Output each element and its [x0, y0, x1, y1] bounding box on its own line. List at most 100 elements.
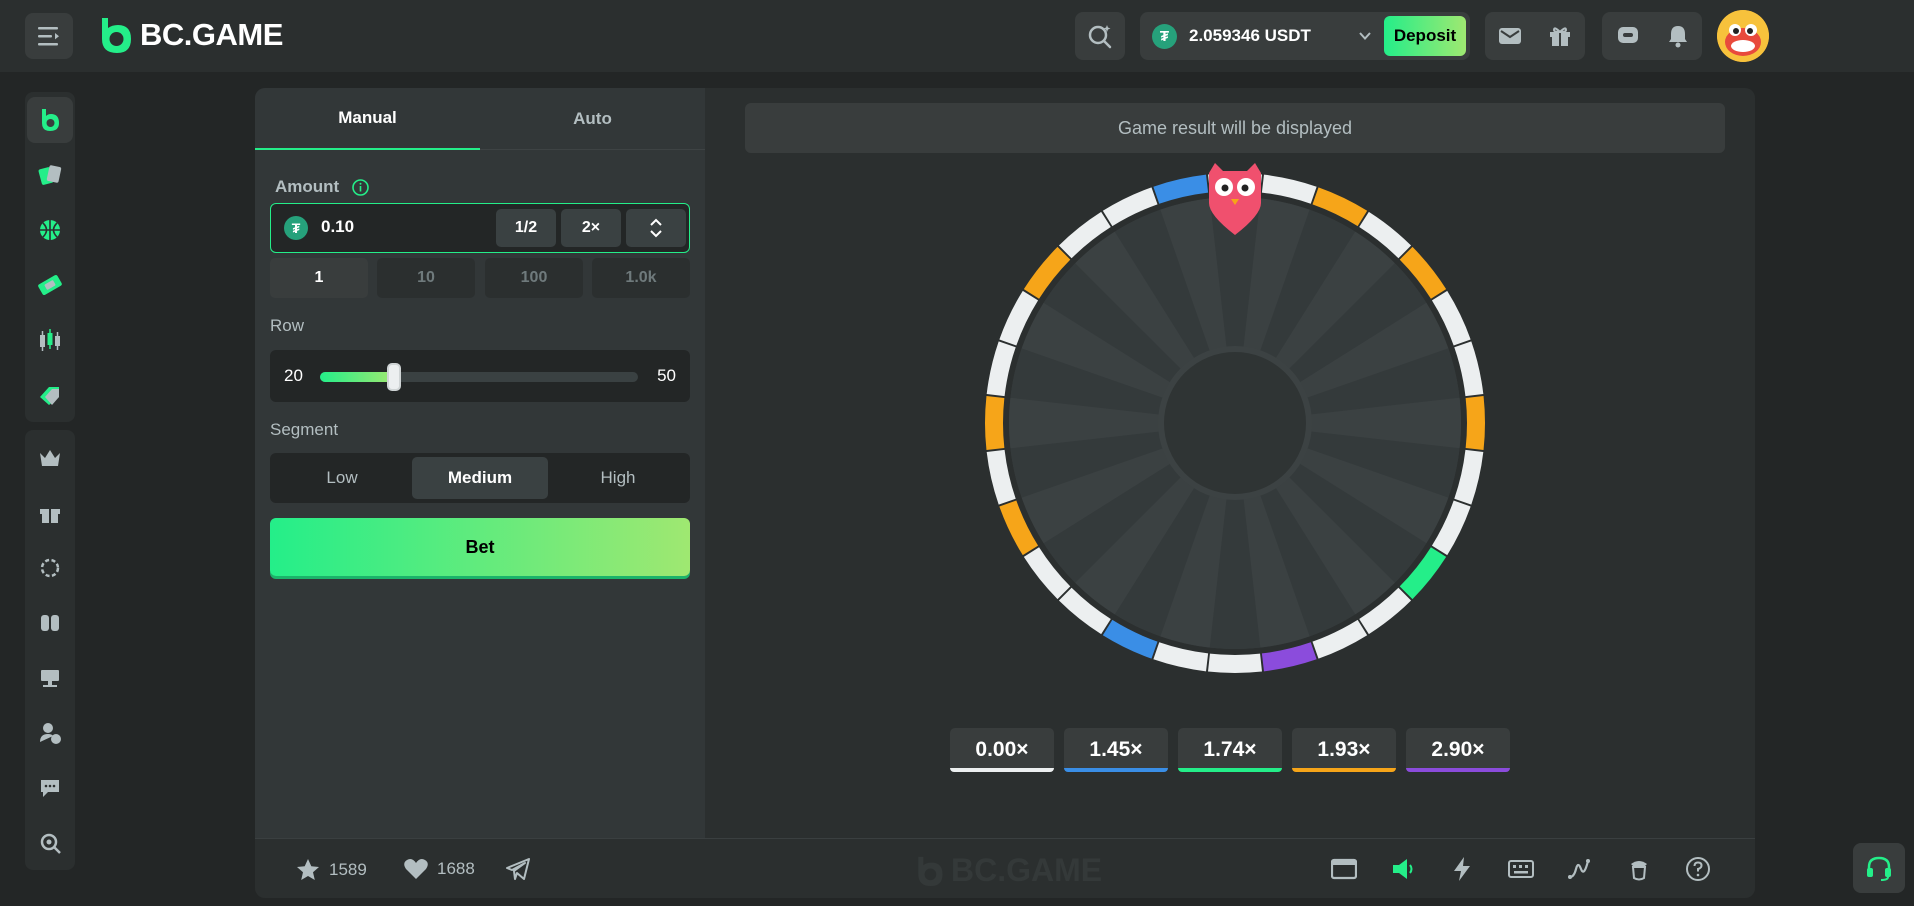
row-label: Row	[270, 316, 305, 335]
game-result-bar: Game result will be displayed	[745, 103, 1725, 153]
sidebar-item-vip[interactable]	[25, 430, 75, 485]
sidebar-item-trading[interactable]	[25, 312, 75, 367]
keyboard-icon	[1508, 860, 1534, 878]
wheel-segment	[986, 449, 1016, 505]
segment-label: Segment	[270, 420, 339, 439]
mail-icon[interactable]	[1498, 26, 1522, 46]
wheel	[985, 163, 1485, 673]
row-max-value: 50	[657, 366, 676, 385]
heart-icon	[404, 859, 428, 879]
wheel-segment	[1261, 642, 1317, 672]
promotions-icon	[40, 386, 59, 405]
help-button[interactable]	[1684, 855, 1712, 883]
favorites-button[interactable]: 1589	[295, 857, 367, 883]
chevron-down-icon[interactable]	[1358, 29, 1372, 43]
stats-icon	[1568, 859, 1590, 879]
sidebar-item-lottery[interactable]	[25, 257, 75, 312]
game-container: Manual Auto Amount ₮ 1/2 2× 1 10 100 1.0…	[255, 88, 1755, 898]
multiplier-color-bar	[1406, 768, 1510, 772]
theater-mode-button[interactable]	[1330, 855, 1358, 883]
double-amount-button[interactable]: 2×	[561, 209, 621, 247]
quick-amount-100[interactable]: 100	[485, 258, 583, 298]
sidebar-item-games[interactable]	[25, 595, 75, 650]
stats-button[interactable]	[1566, 855, 1594, 883]
sidebar-item-streams[interactable]	[25, 650, 75, 705]
search-button[interactable]	[1075, 12, 1125, 60]
segment-medium[interactable]: Medium	[412, 457, 548, 499]
quick-amount-1[interactable]: 1	[270, 258, 368, 298]
chevron-down-icon[interactable]	[649, 230, 663, 238]
sidebar-item-promotions[interactable]	[25, 367, 75, 422]
sidebar-item-casino[interactable]	[25, 147, 75, 202]
fairness-icon	[1631, 861, 1647, 881]
game-footer: 1589 1688 BC.GAME	[255, 838, 1755, 898]
trading-icon	[40, 328, 60, 351]
sidebar-group-secondary	[25, 430, 75, 870]
brand-logo[interactable]: BC.GAME	[98, 16, 283, 54]
fairness-button[interactable]	[1625, 855, 1653, 883]
sidebar-item-home[interactable]	[25, 92, 75, 147]
sidebar-item-affiliate[interactable]	[25, 705, 75, 760]
provably-fair-icon	[40, 833, 61, 854]
like-button[interactable]: 1688	[403, 857, 475, 881]
mode-tabs: Manual Auto	[255, 88, 705, 150]
multiplier-color-bar	[1178, 768, 1282, 772]
wheel-segment	[1208, 653, 1262, 673]
affiliate-icon	[40, 722, 61, 744]
share-button[interactable]	[505, 857, 531, 881]
brand-name: BC.GAME	[140, 17, 283, 52]
footer-logo: BC.GAME	[915, 852, 1102, 889]
help-icon	[1686, 857, 1710, 881]
multiplier-4: 2.90×	[1406, 728, 1510, 772]
usdt-coin-icon: ₮	[284, 216, 308, 240]
sidebar-item-chat[interactable]	[25, 760, 75, 815]
bc-icon	[42, 108, 59, 131]
sidebar-item-spin[interactable]	[25, 540, 75, 595]
tab-manual[interactable]: Manual	[255, 88, 480, 150]
likes-count: 1688	[437, 859, 475, 878]
segment-selector: Low Medium High	[270, 453, 690, 503]
multiplier-0: 0.00×	[950, 728, 1054, 772]
casino-icon	[38, 164, 62, 185]
info-icon[interactable]	[351, 178, 370, 197]
star-icon	[297, 859, 319, 880]
half-amount-button[interactable]: 1/2	[496, 209, 556, 247]
deposit-button[interactable]: Deposit	[1384, 16, 1466, 56]
support-button[interactable]	[1853, 843, 1905, 893]
segment-high[interactable]: High	[550, 457, 686, 499]
top-bar: BC.GAME ₮ 2.059346 USDT Deposit	[0, 0, 1914, 72]
chevron-up-icon[interactable]	[649, 218, 663, 226]
sidebar-item-provably-fair[interactable]	[25, 815, 75, 870]
wheel-segment	[985, 396, 1005, 450]
quick-amount-1k[interactable]: 1.0k	[592, 258, 690, 298]
bet-button[interactable]: Bet	[270, 518, 690, 576]
lottery-icon	[38, 274, 62, 295]
segment-low[interactable]: Low	[274, 457, 410, 499]
sidebar-item-sports[interactable]	[25, 202, 75, 257]
bc-logo-icon	[102, 18, 131, 53]
user-avatar[interactable]	[1717, 10, 1769, 62]
quick-amount-10[interactable]: 10	[377, 258, 475, 298]
amount-input[interactable]	[321, 217, 491, 237]
wallet-selector[interactable]: ₮ 2.059346 USDT Deposit	[1140, 12, 1470, 60]
row-slider[interactable]	[320, 363, 638, 391]
streams-icon	[41, 669, 59, 687]
bell-icon[interactable]	[1667, 24, 1689, 48]
sidebar-group-main	[25, 92, 75, 422]
hotkeys-icon	[1454, 857, 1470, 881]
gift-icon[interactable]	[1548, 24, 1572, 48]
amount-stepper[interactable]	[626, 209, 686, 247]
keyboard-button[interactable]	[1507, 855, 1535, 883]
row-slider-thumb[interactable]	[387, 363, 402, 391]
tab-auto[interactable]: Auto	[480, 88, 705, 150]
wheel-segment	[1261, 174, 1317, 204]
multiplier-color-bar	[1064, 768, 1168, 772]
sound-button[interactable]	[1389, 855, 1417, 883]
multiplier-2: 1.74×	[1178, 728, 1282, 772]
chat-icon[interactable]	[1616, 25, 1640, 47]
hotkeys-button[interactable]	[1448, 855, 1476, 883]
multiplier-label: 0.00×	[975, 738, 1029, 761]
menu-button[interactable]	[25, 13, 73, 59]
sidebar-item-gifts[interactable]	[25, 485, 75, 540]
inbox-rewards-group	[1485, 12, 1585, 60]
